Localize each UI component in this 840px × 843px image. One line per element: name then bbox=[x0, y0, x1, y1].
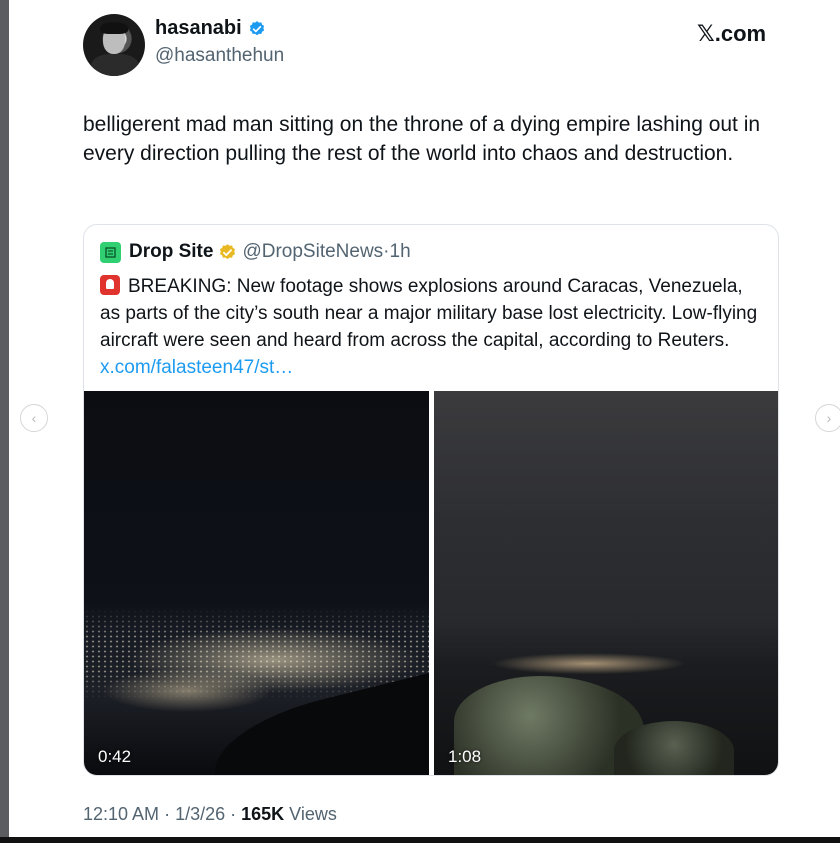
video-duration-1: 0:42 bbox=[98, 747, 132, 766]
video-thumbnail-2[interactable]: 1:08 bbox=[434, 391, 778, 775]
author-name-row[interactable]: hasanabi bbox=[155, 17, 266, 40]
author-handle[interactable]: @hasanthehun bbox=[155, 45, 284, 67]
carousel-next-button[interactable]: › bbox=[815, 404, 840, 432]
quoted-tweet-header: Drop Site @DropSiteNews · 1h bbox=[100, 241, 411, 263]
avatar[interactable] bbox=[83, 14, 145, 76]
views-count: 165K bbox=[241, 804, 285, 824]
gold-verified-badge-icon bbox=[220, 243, 236, 259]
drop-site-logo-icon bbox=[100, 241, 121, 263]
verified-badge-icon bbox=[249, 20, 264, 35]
tweet-text: belligerent mad man sitting on the thron… bbox=[83, 113, 761, 165]
siren-emoji-icon bbox=[100, 275, 120, 295]
window-left-edge bbox=[0, 0, 9, 843]
tweet-time[interactable]: 12:10 AM bbox=[83, 804, 159, 824]
chevron-right-icon: › bbox=[826, 410, 832, 426]
video-duration-2: 1:08 bbox=[448, 747, 482, 766]
quoted-tweet-text: BREAKING: New footage shows explosions a… bbox=[100, 276, 758, 351]
tweet-date[interactable]: 1/3/26 bbox=[175, 804, 225, 824]
quoted-tweet[interactable]: Drop Site @DropSiteNews · 1h BREAKING: N… bbox=[83, 224, 779, 776]
views-label: Views bbox=[289, 804, 337, 824]
quoted-tweet-text-block: BREAKING: New footage shows explosions a… bbox=[100, 273, 760, 381]
window-bottom-edge bbox=[0, 837, 840, 843]
foliage-2 bbox=[614, 721, 734, 775]
tweet-meta: 12:10 AM · 1/3/26 · 165K Views bbox=[83, 804, 337, 824]
quoted-timestamp[interactable]: 1h bbox=[390, 241, 411, 263]
quoted-author-name[interactable]: Drop Site bbox=[129, 241, 213, 263]
quoted-tweet-link[interactable]: x.com/falasteen47/st… bbox=[100, 357, 293, 378]
site-logo: 𝕏.com bbox=[697, 21, 767, 46]
chevron-left-icon: ‹ bbox=[31, 410, 37, 426]
author-name[interactable]: hasanabi bbox=[155, 17, 242, 40]
video-thumbnail-1[interactable]: 0:42 bbox=[84, 391, 429, 775]
quoted-author-handle[interactable]: @DropSiteNews bbox=[242, 241, 383, 263]
carousel-prev-button[interactable]: ‹ bbox=[20, 404, 48, 432]
